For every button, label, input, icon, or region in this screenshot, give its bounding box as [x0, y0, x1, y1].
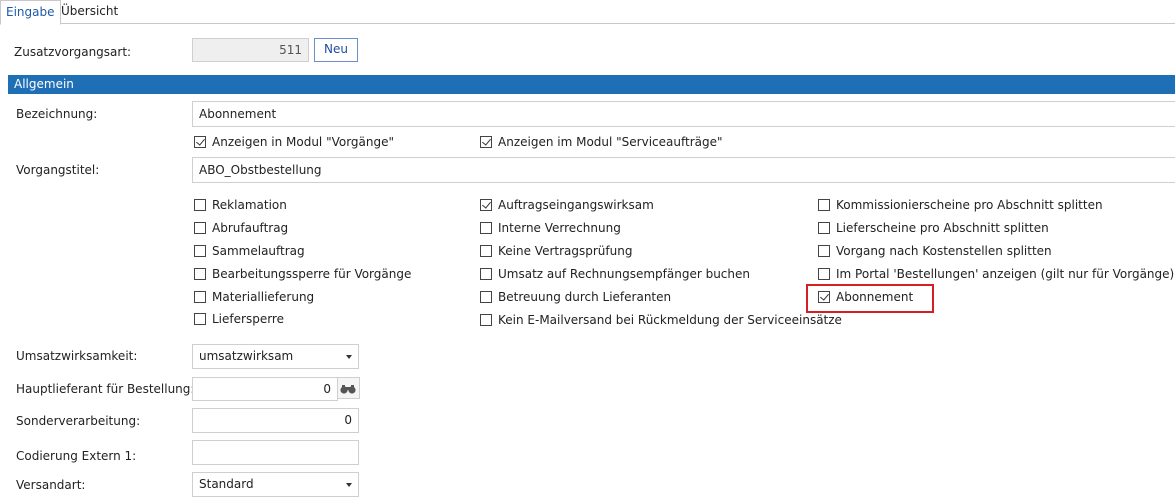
hauptlieferant-input[interactable]: 0 [192, 377, 338, 401]
checkbox-vorgang-kostenstellen[interactable] [818, 245, 830, 257]
sonderverarbeitung-input[interactable]: 0 [192, 408, 359, 433]
binoculars-icon [340, 385, 356, 394]
checkbox-label-bearbeitungssperre: Bearbeitungssperre für Vorgänge [212, 267, 412, 281]
vorgangstitel-label: Vorgangstitel: [16, 163, 100, 177]
checkbox-label-interne-verrechnung: Interne Verrechnung [498, 221, 621, 235]
checkbox-label-materiallieferung: Materiallieferung [212, 290, 315, 304]
checkbox-umsatz-rechnungsempfaenger[interactable] [480, 268, 492, 280]
codierung-extern-input[interactable] [192, 440, 359, 465]
bezeichnung-input[interactable]: Abonnement [192, 101, 1175, 127]
codierung-extern-label: Codierung Extern 1: [16, 449, 137, 463]
tab-eingabe[interactable]: Eingabe [0, 0, 61, 25]
checkbox-portal-bestellungen[interactable] [818, 268, 830, 280]
checkbox-label-anzeigen-serviceauftraege: Anzeigen im Modul "Serviceaufträge" [498, 135, 723, 149]
checkbox-anzeigen-serviceauftraege[interactable] [480, 136, 492, 148]
checkbox-materiallieferung[interactable] [194, 291, 206, 303]
zusatzvorgangsart-label: Zusatzvorgangsart: [14, 45, 132, 59]
umsatzwirksamkeit-select[interactable]: umsatzwirksam [192, 344, 359, 369]
checkbox-betreuung-lieferanten[interactable] [480, 291, 492, 303]
highlight-box-abonnement [806, 284, 934, 313]
checkbox-label-kein-emailversand: Kein E-Mailversand bei Rückmeldung der S… [498, 313, 842, 327]
tab-bar: Eingabe Übersicht [0, 0, 1175, 25]
binoculars-search-button[interactable] [338, 377, 360, 399]
chevron-down-icon [346, 355, 352, 359]
checkbox-label-abrufauftrag: Abrufauftrag [212, 221, 289, 235]
checkbox-abrufauftrag[interactable] [194, 222, 206, 234]
checkbox-interne-verrechnung[interactable] [480, 222, 492, 234]
chevron-down-icon [346, 483, 352, 487]
versandart-select[interactable]: Standard [192, 472, 359, 497]
versandart-label: Versandart: [16, 478, 86, 492]
checkbox-label-kommissionierscheine-splitten: Kommissionierscheine pro Abschnitt split… [836, 198, 1103, 212]
checkbox-sammelauftrag[interactable] [194, 245, 206, 257]
checkbox-label-reklamation: Reklamation [212, 198, 287, 212]
umsatzwirksamkeit-value: umsatzwirksam [199, 349, 294, 363]
checkbox-kein-emailversand[interactable] [480, 314, 492, 326]
checkbox-kommissionierscheine-splitten[interactable] [818, 199, 830, 211]
bezeichnung-label: Bezeichnung: [16, 107, 98, 121]
checkbox-label-auftragseingangswirksam: Auftragseingangswirksam [498, 198, 654, 212]
checkbox-label-betreuung-lieferanten: Betreuung durch Lieferanten [498, 290, 672, 304]
checkbox-label-vorgang-kostenstellen: Vorgang nach Kostenstellen splitten [836, 244, 1052, 258]
checkbox-anzeigen-vorgaenge[interactable] [194, 136, 206, 148]
versandart-value: Standard [199, 477, 254, 491]
checkbox-label-liefersperre: Liefersperre [212, 312, 284, 326]
checkbox-liefersperre[interactable] [194, 313, 206, 325]
checkbox-label-portal-bestellungen: Im Portal 'Bestellungen' anzeigen (gilt … [836, 267, 1175, 281]
section-allgemein: Allgemein [8, 75, 1175, 94]
sonderverarbeitung-label: Sonderverarbeitung: [16, 414, 141, 428]
checkbox-keine-vertragspruefung[interactable] [480, 245, 492, 257]
checkbox-auftragseingangswirksam[interactable] [480, 199, 492, 211]
umsatzwirksamkeit-label: Umsatzwirksamkeit: [16, 349, 138, 363]
checkbox-label-lieferscheine-splitten: Lieferscheine pro Abschnitt splitten [836, 221, 1049, 235]
checkbox-lieferscheine-splitten[interactable] [818, 222, 830, 234]
checkbox-label-umsatz-rechnungsempfaenger: Umsatz auf Rechnungsempfänger buchen [498, 267, 750, 281]
neu-button[interactable]: Neu [314, 38, 358, 62]
hauptlieferant-label: Hauptlieferant für Bestellung: [16, 382, 195, 396]
checkbox-reklamation[interactable] [194, 199, 206, 211]
checkbox-label-anzeigen-vorgaenge: Anzeigen in Modul "Vorgänge" [212, 135, 395, 149]
checkbox-label-sammelauftrag: Sammelauftrag [212, 244, 305, 258]
checkbox-label-keine-vertragspruefung: Keine Vertragsprüfung [498, 244, 633, 258]
checkbox-bearbeitungssperre[interactable] [194, 268, 206, 280]
zusatzvorgangsart-field: 511 [192, 38, 309, 62]
vorgangstitel-input[interactable]: ABO_Obstbestellung [192, 157, 1175, 183]
tab-uebersicht[interactable]: Übersicht [56, 0, 123, 22]
